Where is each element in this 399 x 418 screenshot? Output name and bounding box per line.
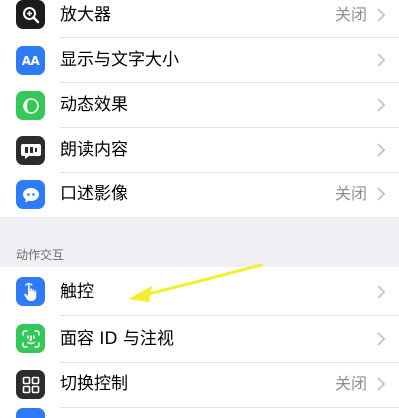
annotation-arrow bbox=[128, 263, 263, 302]
accessibility-settings-screen: 放大器 关闭 AA 显示与文字大小 动态效果 朗读内容 口述影像 关闭 动作交互… bbox=[0, 0, 399, 418]
